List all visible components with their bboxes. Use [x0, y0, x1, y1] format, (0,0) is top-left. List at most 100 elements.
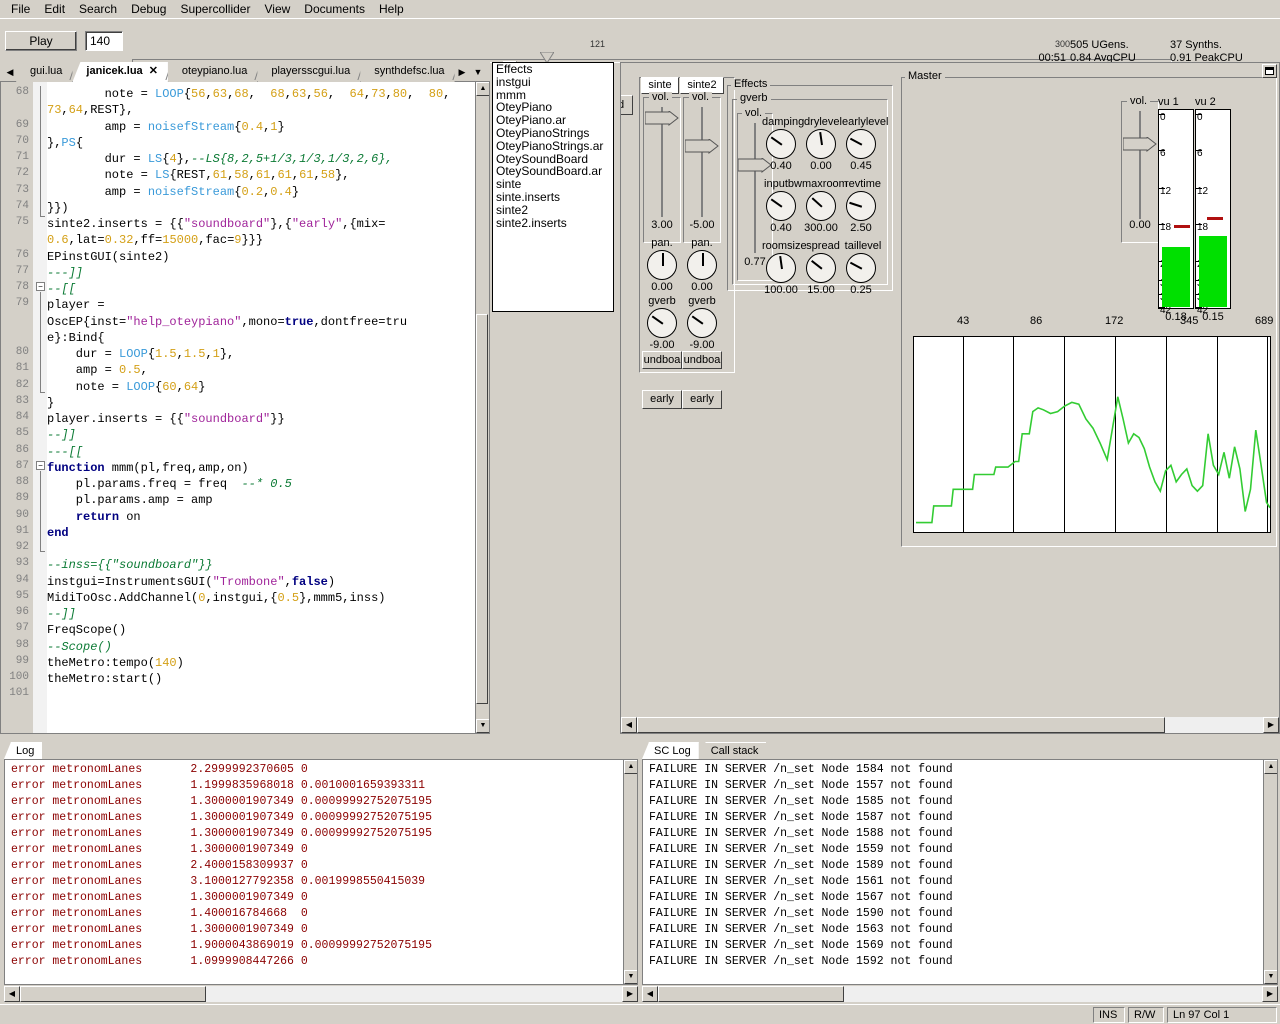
- log-scroll-left-icon[interactable]: ◀: [4, 986, 20, 1002]
- editor-tabs: gui.lua janicek.lua ✕ oteypiano.luaplayerss…: [16, 62, 455, 82]
- editor-tab-playersscgui-lua[interactable]: playersscgui.lua: [257, 62, 360, 82]
- tempo-input[interactable]: 140: [85, 31, 123, 51]
- menu-item-file[interactable]: File: [4, 1, 37, 17]
- mixer-scrollbar-track[interactable]: [637, 717, 1263, 733]
- channel2-volume-slider[interactable]: [686, 107, 718, 217]
- master-volume-slider[interactable]: [1124, 111, 1156, 219]
- sc-log-line: FAILURE IN SERVER /n_set Node 1592 not f…: [649, 954, 1277, 970]
- menu-item-debug[interactable]: Debug: [124, 1, 173, 17]
- mixer-scroll-right-icon[interactable]: ▶: [1263, 717, 1279, 733]
- code-editor[interactable]: 6869707172737475767778798081828384858687…: [0, 82, 490, 734]
- gverb-knob-maxroom[interactable]: [806, 191, 836, 221]
- tab-call-stack[interactable]: Call stack: [699, 742, 767, 759]
- channel1-send-knob[interactable]: [647, 308, 677, 338]
- partial-insert-button[interactable]: d: [621, 95, 633, 115]
- sc-log-hscroll-track[interactable]: [658, 986, 1262, 1002]
- log-line: error metronomLanes 1.3000001907349 0.00…: [11, 794, 637, 810]
- fold-toggle-icon[interactable]: −: [36, 461, 45, 470]
- menu-item-edit[interactable]: Edit: [37, 1, 72, 17]
- mixer-horizontal-scrollbar[interactable]: ◀ ▶: [621, 717, 1279, 733]
- channel2-pan-knob[interactable]: [687, 250, 717, 280]
- knob-pointer: [779, 256, 782, 269]
- menu-item-view[interactable]: View: [257, 1, 297, 17]
- log-hscroll-track[interactable]: [20, 986, 622, 1002]
- gverb-knob-damping[interactable]: [766, 129, 796, 159]
- log-line: error metronomLanes 1.3000001907349 0: [11, 890, 637, 906]
- gverb-knob-inputbw[interactable]: [766, 191, 796, 221]
- editor-line-number: 93: [1, 557, 29, 569]
- gverb-knob-revtime[interactable]: [846, 191, 876, 221]
- channel2-early-button[interactable]: early: [682, 390, 722, 409]
- editor-tab-janicek-lua[interactable]: janicek.lua ✕: [72, 62, 167, 82]
- autocomplete-item[interactable]: sinte.inserts: [493, 191, 613, 204]
- channel1-volume-slider[interactable]: [646, 107, 678, 217]
- gverb-knob-roomsize[interactable]: [766, 253, 796, 283]
- channel2-send-label: gverb: [683, 295, 721, 307]
- gverb-knob-earlylevel[interactable]: [846, 129, 876, 159]
- master-volume-thumb[interactable]: [1123, 137, 1157, 152]
- menu-item-documents[interactable]: Documents: [297, 1, 372, 17]
- autocomplete-item[interactable]: sinte2: [493, 204, 613, 217]
- autocomplete-popup[interactable]: EffectsinstguimmmOteyPianoOteyPiano.arOt…: [492, 62, 614, 312]
- channel1-pan-value: 0.00: [643, 281, 681, 293]
- log-scroll-up-icon[interactable]: ▲: [624, 760, 638, 774]
- sc-log-vertical-scrollbar[interactable]: ▲ ▼: [1263, 760, 1277, 984]
- mixer-scrollbar-thumb[interactable]: [637, 717, 1165, 733]
- autocomplete-item[interactable]: instgui: [493, 76, 613, 89]
- sc-log-scroll-up-icon[interactable]: ▲: [1264, 760, 1278, 774]
- sc-log-scroll-right-icon[interactable]: ▶: [1262, 986, 1278, 1002]
- gverb-knob-drylevel[interactable]: [806, 129, 836, 159]
- tab-scroll-right-icon[interactable]: ▶: [456, 66, 468, 78]
- autocomplete-item[interactable]: OteyPianoStrings.ar: [493, 140, 613, 153]
- mixer-scroll-left-icon[interactable]: ◀: [621, 717, 637, 733]
- channel1-early-button[interactable]: early: [642, 390, 682, 409]
- editor-code-area[interactable]: note = LOOP{56,63,68, 68,63,56, 64,73,80…: [47, 82, 475, 733]
- menu-item-help[interactable]: Help: [372, 1, 411, 17]
- sc-log-scroll-down-icon[interactable]: ▼: [1264, 970, 1278, 984]
- sc-log-hscroll-thumb[interactable]: [658, 986, 844, 1002]
- autocomplete-item[interactable]: OteyPianoStrings: [493, 127, 613, 140]
- gverb-knob-spread[interactable]: [806, 253, 836, 283]
- log-scroll-right-icon[interactable]: ▶: [622, 986, 638, 1002]
- channel1-pan-knob[interactable]: [647, 250, 677, 280]
- editor-tab-oteypiano-lua[interactable]: oteypiano.lua: [168, 62, 257, 82]
- sc-log-pane-body[interactable]: FAILURE IN SERVER /n_set Node 1584 not f…: [642, 759, 1278, 985]
- autocomplete-item[interactable]: Effects: [493, 63, 613, 76]
- log-pane-body[interactable]: error metronomLanes 2.2999992370605 0err…: [4, 759, 638, 985]
- fold-guide-line: [40, 86, 41, 216]
- channel1-insert-button[interactable]: undboa: [642, 351, 682, 369]
- tab-list-dropdown-icon[interactable]: ▼: [472, 66, 484, 78]
- editor-scroll-up-icon[interactable]: ▲: [476, 82, 490, 96]
- channel2-insert-button[interactable]: undboa: [682, 351, 722, 369]
- editor-scroll-down-icon[interactable]: ▼: [476, 719, 490, 733]
- menu-item-search[interactable]: Search: [72, 1, 124, 17]
- editor-line-number: 75: [1, 216, 29, 228]
- editor-vertical-scrollbar[interactable]: ▲ ▼: [475, 82, 489, 733]
- channel2-send-knob[interactable]: [687, 308, 717, 338]
- close-icon[interactable]: ✕: [149, 65, 158, 77]
- tab-log[interactable]: Log: [4, 742, 42, 759]
- gverb-knob-value-earlylevel: 0.45: [840, 160, 882, 172]
- autocomplete-item[interactable]: sinte2.inserts: [493, 217, 613, 230]
- menu-bar: File Edit Search Debug Supercollider Vie…: [0, 0, 1280, 18]
- maximize-window-icon[interactable]: [1262, 64, 1277, 78]
- log-vertical-scrollbar[interactable]: ▲ ▼: [623, 760, 637, 984]
- editor-scrollbar-thumb[interactable]: [476, 314, 488, 704]
- editor-tab-synthdefsc-lua[interactable]: synthdefsc.lua: [360, 62, 454, 82]
- log-scroll-down-icon[interactable]: ▼: [624, 970, 638, 984]
- fold-end-marker: [40, 216, 45, 217]
- channel1-volume-thumb[interactable]: [645, 111, 679, 126]
- channel2-volume-thumb[interactable]: [685, 139, 719, 154]
- tab-sc-log[interactable]: SC Log: [642, 742, 699, 759]
- editor-tab-label: janicek.lua: [86, 65, 142, 77]
- log-horizontal-scrollbar[interactable]: ◀ ▶: [4, 986, 638, 1002]
- editor-tab-gui-lua[interactable]: gui.lua: [16, 62, 72, 82]
- log-hscroll-thumb[interactable]: [20, 986, 206, 1002]
- gverb-knob-taillevel[interactable]: [846, 253, 876, 283]
- fold-toggle-icon[interactable]: −: [36, 282, 45, 291]
- menu-item-supercollider[interactable]: Supercollider: [173, 1, 257, 17]
- play-button[interactable]: Play: [5, 31, 77, 51]
- tab-scroll-left-icon[interactable]: ◀: [4, 66, 16, 78]
- sc-log-scroll-left-icon[interactable]: ◀: [642, 986, 658, 1002]
- sc-log-horizontal-scrollbar[interactable]: ◀ ▶: [642, 986, 1278, 1002]
